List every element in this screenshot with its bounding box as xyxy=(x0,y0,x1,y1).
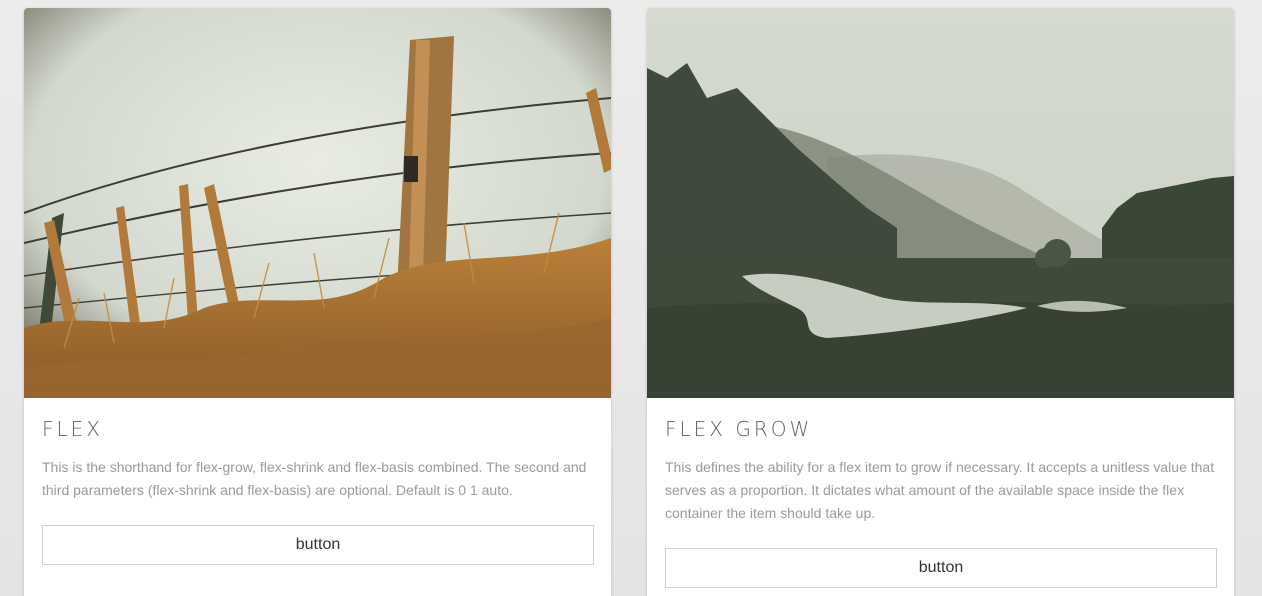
card-title: FLEX GROW xyxy=(665,417,813,441)
card-body: FLEX GROW This defines the ability for a… xyxy=(647,398,1234,588)
page: FLEX This is the shorthand for flex-grow… xyxy=(0,0,1262,596)
card-flex: FLEX This is the shorthand for flex-grow… xyxy=(24,8,611,596)
card-description: This is the shorthand for flex-grow, fle… xyxy=(42,459,587,498)
card-image-river xyxy=(647,8,1234,398)
card-image-fence xyxy=(24,8,611,398)
card-button[interactable]: button xyxy=(665,548,1217,588)
card-title: FLEX xyxy=(42,417,103,441)
card-body: FLEX This is the shorthand for flex-grow… xyxy=(24,398,611,565)
card-flex-grow: FLEX GROW This defines the ability for a… xyxy=(647,8,1234,596)
card-button[interactable]: button xyxy=(42,525,594,565)
card-description: This defines the ability for a flex item… xyxy=(665,459,1215,521)
